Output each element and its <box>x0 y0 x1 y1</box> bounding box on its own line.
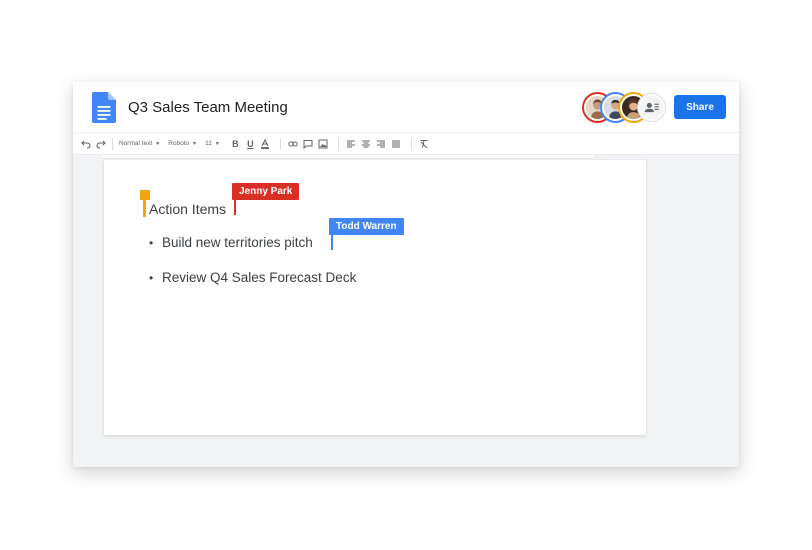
insert-comment-button[interactable] <box>302 135 315 153</box>
list-item[interactable]: • Build new territories pitch <box>149 235 313 250</box>
bullet-icon: • <box>149 271 154 285</box>
font-family-value: Roboto <box>168 140 190 147</box>
cursor-label-jenny-park: Jenny Park <box>232 183 300 200</box>
list-item-text: Build new territories pitch <box>162 235 313 250</box>
caret-down-icon: ▼ <box>214 140 220 147</box>
more-collaborators-button[interactable] <box>638 94 665 121</box>
toolbar-divider <box>112 137 113 150</box>
title-bar: Q3 Sales Team Meeting Share <box>73 82 739 133</box>
align-center-icon <box>362 140 371 147</box>
align-justify-icon <box>392 140 401 147</box>
share-button[interactable]: Share <box>674 95 726 119</box>
align-right-icon <box>377 140 386 147</box>
bullet-icon: • <box>149 236 154 250</box>
action-items-heading[interactable]: Action Items <box>149 201 226 217</box>
cursor-label-todd-warren: Todd Warren <box>329 218 404 235</box>
align-justify-button[interactable] <box>390 135 403 153</box>
bold-button[interactable]: B <box>229 135 242 153</box>
align-left-button[interactable] <box>345 135 358 153</box>
font-family-dropdown[interactable]: Roboto ▼ <box>165 135 200 153</box>
list-item[interactable]: • Review Q4 Sales Forecast Deck <box>149 270 356 285</box>
redo-icon <box>95 140 106 148</box>
bold-icon: B <box>232 138 239 149</box>
text-color-button[interactable] <box>259 135 272 153</box>
cursor-flag-icon <box>140 190 150 200</box>
align-left-icon <box>347 140 356 147</box>
insert-image-button[interactable] <box>317 135 330 153</box>
document-title[interactable]: Q3 Sales Team Meeting <box>128 99 288 116</box>
collaborator-cursor-todd-warren <box>331 234 333 250</box>
document-page[interactable]: Action Items • Build new territories pitc… <box>104 160 646 435</box>
underline-icon: U <box>247 138 254 149</box>
font-size-dropdown[interactable]: 11 ▼ <box>202 135 223 153</box>
toolbar-divider <box>279 137 281 150</box>
toolbar-divider <box>410 137 412 150</box>
horizontal-ruler[interactable] <box>103 155 593 159</box>
caret-down-icon: ▼ <box>155 140 161 147</box>
docs-window: Q3 Sales Team Meeting Share Normal text … <box>73 82 739 467</box>
comment-icon <box>303 139 313 149</box>
insert-link-button[interactable] <box>287 135 300 153</box>
image-icon <box>318 139 328 148</box>
list-item-text: Review Q4 Sales Forecast Deck <box>162 270 357 285</box>
underline-button[interactable]: U <box>244 135 257 153</box>
toolbar-divider <box>337 137 339 150</box>
font-size-value: 11 <box>205 140 212 147</box>
link-icon <box>288 141 299 146</box>
paragraph-style-value: Normal text <box>119 140 153 147</box>
undo-button[interactable] <box>79 135 92 153</box>
cursor-caret <box>143 200 146 217</box>
redo-button[interactable] <box>94 135 107 153</box>
caret-down-icon: ▼ <box>192 140 198 147</box>
person-more-icon <box>644 102 659 113</box>
undo-icon <box>80 140 91 148</box>
collaborator-avatars <box>584 94 666 121</box>
align-center-button[interactable] <box>360 135 373 153</box>
formatting-toolbar: Normal text ▼ Roboto ▼ 11 ▼ B U <box>73 133 739 155</box>
collaborator-cursor-jenny-park <box>234 199 236 215</box>
clear-formatting-button[interactable] <box>418 135 431 153</box>
clear-formatting-icon <box>420 139 428 148</box>
google-docs-logo-icon[interactable] <box>92 92 116 123</box>
text-color-icon <box>261 138 270 149</box>
paragraph-style-dropdown[interactable]: Normal text ▼ <box>116 135 163 153</box>
align-right-button[interactable] <box>375 135 388 153</box>
